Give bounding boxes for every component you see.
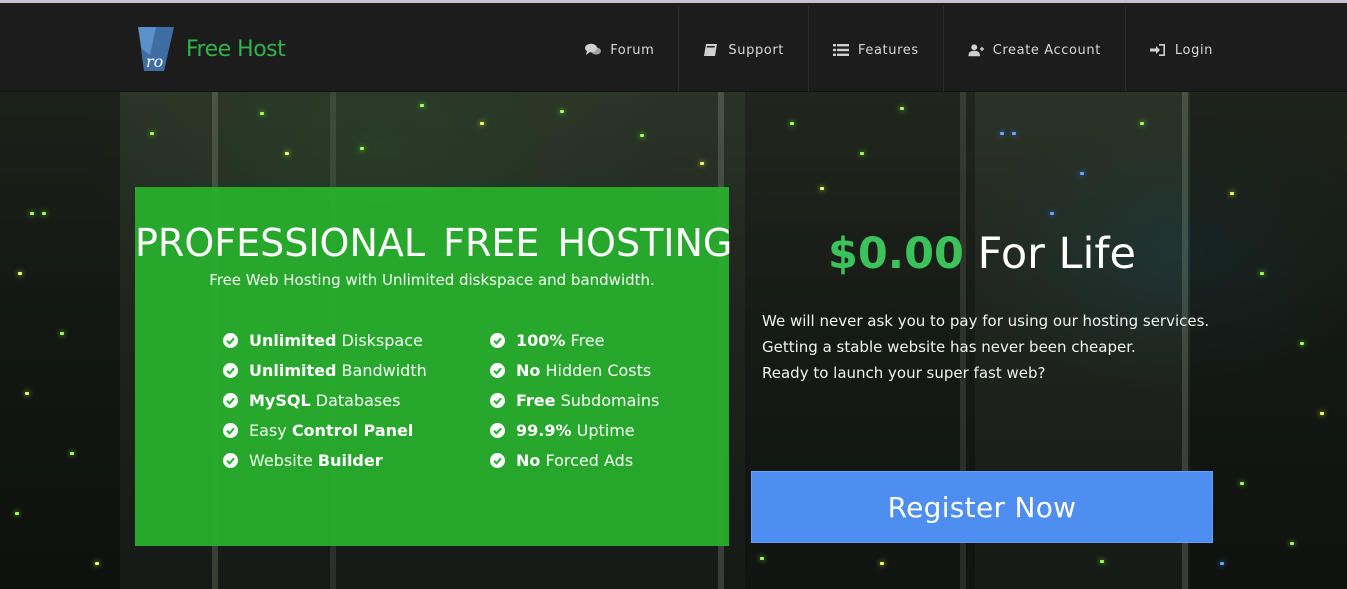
pro-logo-icon: ro bbox=[138, 27, 174, 71]
features-list-left: Unlimited Diskspace Unlimited Bandwidth … bbox=[223, 325, 427, 475]
register-now-button[interactable]: Register Now bbox=[751, 471, 1213, 543]
feature-bold: No bbox=[516, 450, 541, 470]
nav-create-account[interactable]: Create Account bbox=[942, 6, 1125, 94]
feature-text: Diskspace bbox=[336, 330, 423, 350]
feature-bold: No bbox=[516, 360, 541, 380]
feature-text: Easy bbox=[249, 420, 292, 440]
feature-bold: Builder bbox=[317, 450, 383, 470]
feature-text: Uptime bbox=[571, 420, 635, 440]
nav-support[interactable]: Support bbox=[678, 6, 808, 94]
feature-text: Databases bbox=[310, 390, 401, 410]
feature-bold: Unlimited bbox=[249, 360, 337, 380]
pitch-line: Getting a stable website has never been … bbox=[762, 338, 1136, 356]
brand-name: Free Host bbox=[186, 36, 286, 62]
price-amount: $0.00 bbox=[827, 229, 964, 279]
feature-item: Unlimited Diskspace bbox=[223, 325, 427, 355]
feature-bold: Control Panel bbox=[291, 420, 414, 440]
feature-bold: Unlimited bbox=[249, 330, 337, 350]
check-circle-icon bbox=[490, 392, 505, 408]
nav-support-label: Support bbox=[728, 42, 784, 58]
offer-pitch: We will never ask you to pay for using o… bbox=[762, 308, 1222, 386]
feature-text: Free bbox=[565, 330, 605, 350]
hosting-features-card: PROFESSIONAL FREE HOSTING Free Web Hosti… bbox=[135, 187, 733, 546]
hero-subtitle: Free Web Hosting with Unlimited diskspac… bbox=[209, 271, 655, 289]
check-circle-icon bbox=[490, 362, 505, 378]
brand-logo-link[interactable]: ro Free Host bbox=[134, 25, 286, 73]
feature-text: Subdomains bbox=[555, 390, 660, 410]
feature-bold: 100% bbox=[516, 330, 566, 350]
check-circle-icon bbox=[223, 452, 238, 468]
feature-bold: Free bbox=[516, 390, 556, 410]
nav-forum[interactable]: Forum bbox=[561, 6, 678, 94]
price-heading: $0.00 For Life bbox=[751, 229, 1213, 279]
feature-text: Website bbox=[249, 450, 318, 470]
feature-item: No Forced Ads bbox=[490, 445, 659, 475]
main-nav: Forum Support Features Create Account Lo… bbox=[561, 6, 1237, 94]
check-circle-icon bbox=[490, 452, 505, 468]
check-circle-icon bbox=[223, 362, 238, 378]
feature-bold: 99.9% bbox=[516, 420, 572, 440]
sign-in-icon bbox=[1149, 44, 1165, 56]
feature-text: Bandwidth bbox=[336, 360, 427, 380]
feature-item: 100% Free bbox=[490, 325, 659, 355]
hero-title: PROFESSIONAL FREE HOSTING bbox=[135, 221, 733, 265]
check-circle-icon bbox=[490, 332, 505, 348]
check-circle-icon bbox=[223, 422, 238, 438]
check-circle-icon bbox=[490, 422, 505, 438]
check-circle-icon bbox=[223, 332, 238, 348]
price-suffix: For Life bbox=[963, 229, 1137, 279]
nav-create-account-label: Create Account bbox=[992, 42, 1101, 58]
nav-features[interactable]: Features bbox=[808, 6, 943, 94]
nav-forum-label: Forum bbox=[610, 42, 655, 58]
feature-item: Free Subdomains bbox=[490, 385, 659, 415]
nav-login[interactable]: Login bbox=[1124, 6, 1237, 94]
feature-item: 99.9% Uptime bbox=[490, 415, 659, 445]
features-list-right: 100% Free No Hidden Costs Free Subdomain… bbox=[490, 325, 659, 475]
nav-features-label: Features bbox=[858, 42, 919, 58]
book-icon bbox=[704, 44, 718, 56]
comments-icon bbox=[585, 43, 602, 55]
feature-item: Website Builder bbox=[223, 445, 427, 475]
nav-login-label: Login bbox=[1174, 42, 1213, 58]
check-circle-icon bbox=[223, 392, 238, 408]
logo-mark-text: ro bbox=[146, 52, 163, 71]
feature-item: No Hidden Costs bbox=[490, 355, 659, 385]
feature-item: MySQL Databases bbox=[223, 385, 427, 415]
feature-item: Easy Control Panel bbox=[223, 415, 427, 445]
feature-item: Unlimited Bandwidth bbox=[223, 355, 427, 385]
pitch-line: Ready to launch your super fast web? bbox=[762, 364, 1046, 382]
pitch-line: We will never ask you to pay for using o… bbox=[762, 312, 1210, 330]
top-navbar: ro Free Host Forum Support Features Crea… bbox=[0, 0, 1347, 94]
feature-bold: MySQL bbox=[249, 390, 311, 410]
feature-text: Forced Ads bbox=[540, 450, 634, 470]
list-icon bbox=[833, 44, 849, 56]
feature-text: Hidden Costs bbox=[540, 360, 652, 380]
user-plus-icon bbox=[968, 44, 984, 57]
